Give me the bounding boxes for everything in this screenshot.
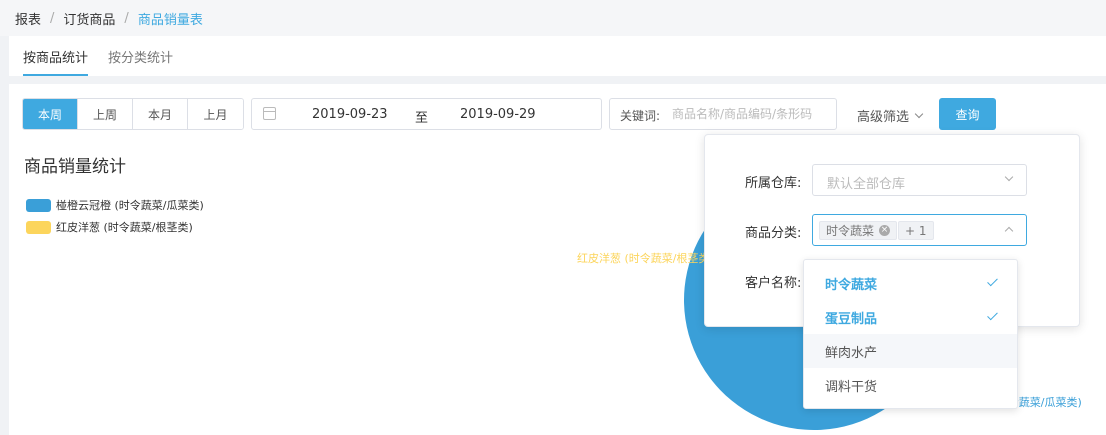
keyword-search-box: 关键词: <box>609 98 837 130</box>
chevron-up-icon <box>1004 226 1014 236</box>
breadcrumb-separator: / <box>124 10 129 26</box>
date-end[interactable]: 2019-09-29 <box>460 107 536 122</box>
chevron-down-icon <box>1004 172 1014 182</box>
date-start[interactable]: 2019-09-23 <box>312 107 388 122</box>
tab-by-category[interactable]: 按分类统计 <box>108 47 173 66</box>
category-tag: 时令蔬菜 × <box>819 221 898 240</box>
period-button-group: 本周 上周 本月 上月 <box>22 98 244 130</box>
period-last-week-button[interactable]: 上周 <box>78 99 133 129</box>
legend-swatch-blue <box>26 198 51 212</box>
legend-label: 椪橙云冠橙 (时令蔬菜/瓜菜类) <box>56 199 204 212</box>
check-icon <box>987 309 998 321</box>
period-last-month-button[interactable]: 上月 <box>188 99 243 129</box>
category-dropdown: 时令蔬菜 蛋豆制品 鲜肉水产 调料干货 <box>803 259 1018 409</box>
breadcrumb-separator: / <box>50 10 55 26</box>
advanced-filter-label: 高级筛选 <box>857 110 910 125</box>
period-this-month-button[interactable]: 本月 <box>133 99 188 129</box>
category-option[interactable]: 调料干货 <box>804 368 1017 402</box>
warehouse-label: 所属仓库: <box>745 176 802 191</box>
legend-label: 红皮洋葱 (时令蔬菜/根茎类) <box>56 221 193 234</box>
category-option-label: 鲜肉水产 <box>825 345 878 361</box>
breadcrumb-item-current: 商品销量表 <box>137 12 203 28</box>
chevron-down-icon <box>914 109 924 118</box>
chart-legend: 椪橙云冠橙 (时令蔬菜/瓜菜类) 红皮洋葱 (时令蔬菜/根茎类) <box>26 194 204 238</box>
advanced-filter-toggle[interactable]: 高级筛选 <box>857 106 924 125</box>
warehouse-select[interactable]: 默认全部仓库 <box>812 164 1027 196</box>
date-range-picker[interactable]: 2019-09-23 至 2019-09-29 <box>251 98 602 130</box>
category-more-tag: + 1 <box>898 221 934 240</box>
active-tab-indicator <box>23 74 88 76</box>
category-option[interactable]: 鲜肉水产 <box>804 334 1017 368</box>
breadcrumb-item-order-goods[interactable]: 订货商品 <box>63 9 115 28</box>
category-option[interactable]: 时令蔬菜 <box>804 266 1017 300</box>
date-range-separator: 至 <box>415 111 429 126</box>
customer-label: 客户名称: <box>745 276 802 291</box>
keyword-input[interactable] <box>672 105 832 123</box>
category-label: 商品分类: <box>745 226 802 241</box>
keyword-label: 关键词: <box>620 109 661 123</box>
query-button[interactable]: 查询 <box>939 98 996 130</box>
category-select[interactable]: 时令蔬菜 × + 1 <box>812 214 1027 246</box>
calendar-icon <box>263 107 276 120</box>
close-icon[interactable]: × <box>879 225 891 236</box>
category-option[interactable]: 蛋豆制品 <box>804 300 1017 334</box>
period-this-week-button[interactable]: 本周 <box>23 99 78 129</box>
breadcrumb: 报表 / 订货商品 / 商品销量表 <box>0 0 1106 36</box>
tab-by-product[interactable]: 按商品统计 <box>23 47 88 66</box>
category-option-label: 时令蔬菜 <box>825 277 878 293</box>
breadcrumb-item-reports[interactable]: 报表 <box>15 9 41 28</box>
category-option-label: 调料干货 <box>825 379 878 395</box>
legend-item[interactable]: 红皮洋葱 (时令蔬菜/根茎类) <box>26 216 204 238</box>
check-icon <box>987 275 998 287</box>
warehouse-placeholder: 默认全部仓库 <box>827 177 906 192</box>
category-tag-label: 时令蔬菜 <box>826 224 875 238</box>
tab-bar: 按商品统计 按分类统计 <box>9 36 1106 76</box>
legend-item[interactable]: 椪橙云冠橙 (时令蔬菜/瓜菜类) <box>26 194 204 216</box>
category-option-label: 蛋豆制品 <box>825 311 878 327</box>
chart-title: 商品销量统计 <box>24 157 126 177</box>
pie-slice-label: 红皮洋葱 (时令蔬菜/根茎类) <box>577 251 714 265</box>
legend-swatch-yellow <box>26 220 51 234</box>
